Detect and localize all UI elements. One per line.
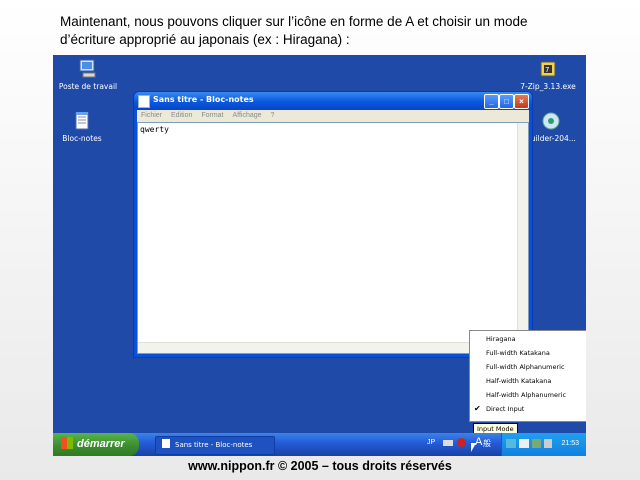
start-label: démarrer bbox=[77, 438, 125, 450]
taskbar-item-label: Sans titre - Bloc-notes bbox=[175, 441, 253, 449]
vertical-scrollbar[interactable] bbox=[517, 123, 528, 343]
menu-format[interactable]: Format bbox=[201, 110, 223, 122]
desktop-icon-my-computer[interactable]: Poste de travail bbox=[53, 59, 123, 91]
menu-item-half-width-alphanumeric[interactable]: Half-width Alphanumeric bbox=[486, 389, 566, 401]
disc-icon bbox=[541, 111, 561, 131]
menu-item-full-width-alphanumeric[interactable]: Full-width Alphanumeric bbox=[486, 361, 565, 373]
title-bar[interactable]: Sans titre - Bloc-notes _ □ × bbox=[134, 92, 532, 110]
menu-fichier[interactable]: Fichier bbox=[141, 110, 162, 122]
desktop-icon-label: Poste de travail bbox=[58, 82, 118, 91]
desktop-icon-label: Bloc-notes bbox=[62, 134, 102, 143]
svg-text:7: 7 bbox=[545, 66, 549, 74]
close-button[interactable]: × bbox=[514, 94, 529, 109]
menu-item-direct-input[interactable]: Direct Input bbox=[486, 403, 524, 415]
ime-mode-indicator[interactable]: 般 bbox=[483, 438, 491, 449]
notepad-window: Sans titre - Bloc-notes _ □ × Fichier Ed… bbox=[133, 91, 533, 358]
menu-bar: Fichier Edition Format Affichage ? bbox=[137, 110, 529, 122]
system-tray: 21:53 bbox=[501, 433, 586, 456]
text-editor[interactable]: qwerty bbox=[137, 122, 529, 354]
taskbar: démarrer Sans titre - Bloc-notes JP A 般 … bbox=[53, 433, 586, 456]
input-mode-a-icon[interactable]: A bbox=[475, 436, 482, 448]
menu-item-hiragana[interactable]: Hiragana bbox=[486, 333, 516, 345]
notepad-icon bbox=[72, 111, 92, 131]
notepad-icon bbox=[138, 95, 150, 108]
keyboard-icon[interactable] bbox=[443, 440, 453, 446]
volume-icon[interactable] bbox=[544, 439, 552, 448]
desktop: Poste de travail Bloc-notes 7 7-Zip_3.13… bbox=[53, 55, 586, 456]
menu-help[interactable]: ? bbox=[270, 110, 274, 122]
language-indicator[interactable]: JP bbox=[427, 439, 435, 446]
input-mode-menu: Hiragana Full-width Katakana Full-width … bbox=[469, 330, 586, 422]
horizontal-scrollbar[interactable] bbox=[138, 342, 518, 353]
window-title: Sans titre - Bloc-notes bbox=[153, 95, 254, 104]
taskbar-item-notepad[interactable]: Sans titre - Bloc-notes bbox=[155, 436, 275, 455]
desktop-icon-label: 7-Zip_3.13.exe bbox=[520, 82, 576, 91]
editor-text: qwerty bbox=[140, 125, 169, 134]
minimize-button[interactable]: _ bbox=[484, 94, 499, 109]
menu-item-half-width-katakana[interactable]: Half-width Katakana bbox=[486, 375, 551, 387]
start-button[interactable]: démarrer bbox=[53, 433, 139, 456]
ime-icon[interactable] bbox=[457, 438, 466, 447]
checkmark-icon: ✔ bbox=[474, 404, 481, 413]
instruction-caption: Maintenant, nous pouvons cliquer sur l’i… bbox=[60, 14, 528, 47]
menu-item-full-width-katakana[interactable]: Full-width Katakana bbox=[486, 347, 550, 359]
antivirus-icon[interactable] bbox=[519, 439, 529, 448]
menu-edition[interactable]: Edition bbox=[171, 110, 192, 122]
footer-copyright: www.nippon.fr © 2005 – tous droits réser… bbox=[188, 459, 452, 473]
installer-icon: 7 bbox=[538, 59, 558, 79]
notepad-icon bbox=[162, 439, 170, 448]
language-bar: JP A 般 bbox=[423, 436, 503, 453]
maximize-button[interactable]: □ bbox=[499, 94, 514, 109]
windows-logo-icon bbox=[61, 437, 73, 449]
mouse-pointer-icon bbox=[471, 443, 476, 452]
computer-icon bbox=[78, 59, 98, 79]
desktop-icon-notepad[interactable]: Bloc-notes bbox=[53, 111, 117, 143]
security-icon[interactable] bbox=[532, 439, 541, 448]
network-icon[interactable] bbox=[506, 439, 516, 448]
menu-affichage[interactable]: Affichage bbox=[232, 110, 261, 122]
desktop-icon-7zip[interactable]: 7 7-Zip_3.13.exe bbox=[513, 59, 583, 91]
clock[interactable]: 21:53 bbox=[561, 440, 579, 447]
